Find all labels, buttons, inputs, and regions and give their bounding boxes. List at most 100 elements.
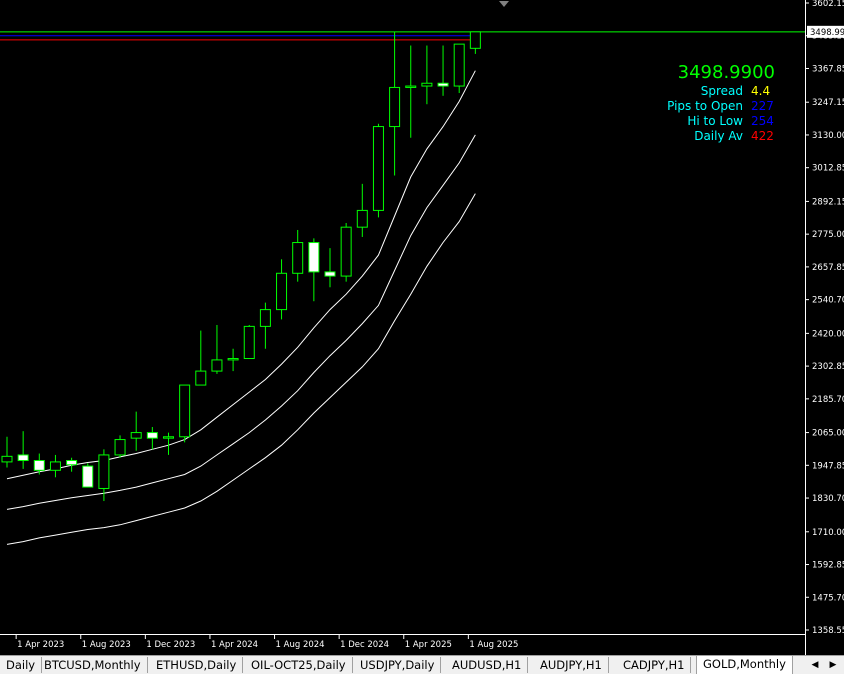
candle xyxy=(227,348,239,372)
candle-body xyxy=(82,465,94,488)
tab-oil-oct25-daily[interactable]: OIL-OCT25,Daily xyxy=(245,657,353,673)
candle xyxy=(469,31,481,54)
time-tick-label: 1 Dec 2024 xyxy=(340,640,389,650)
candle xyxy=(146,426,158,450)
candle xyxy=(340,222,352,282)
info-row-value: 254 xyxy=(751,114,774,128)
price-tick-label: 1358.55 xyxy=(812,626,844,636)
tab-daily[interactable]: Daily xyxy=(0,657,43,673)
price-tick-label: 3602.15 xyxy=(812,0,844,9)
tab-audusd-h1[interactable]: AUDUSD,H1 xyxy=(446,657,529,673)
envelope-upper xyxy=(6,70,476,480)
info-row: Spread 4.4 xyxy=(667,84,775,99)
current-price-label: 3498.99 xyxy=(810,28,844,38)
price-tick-label: 1830.70 xyxy=(812,494,844,504)
candle xyxy=(82,463,94,488)
tab-ethusd-daily[interactable]: ETHUSD,Daily xyxy=(150,657,244,673)
candle-body xyxy=(276,272,288,311)
candle-body xyxy=(469,31,481,49)
candle-body xyxy=(259,309,271,327)
candle-body xyxy=(49,461,61,471)
candle xyxy=(308,238,320,302)
price-tick-label: 3247.15 xyxy=(812,98,844,108)
price-tick-label: 1947.85 xyxy=(812,461,844,471)
chart-shift-marker-icon[interactable] xyxy=(499,1,509,7)
candle-body xyxy=(17,454,29,462)
candle-body xyxy=(243,325,255,360)
candle-body xyxy=(179,384,191,438)
candle-body xyxy=(1,455,13,463)
info-row-label: Spread xyxy=(700,84,743,98)
candle xyxy=(243,324,255,360)
time-tick-label: 1 Aug 2023 xyxy=(82,640,131,650)
candle xyxy=(421,45,433,105)
info-row-value: 227 xyxy=(751,99,774,113)
tab-btcusd-monthly[interactable]: BTCUSD,Monthly xyxy=(38,657,148,673)
candle-body xyxy=(66,460,78,466)
tab-usdjpy-daily[interactable]: USDJPY,Daily xyxy=(354,657,442,673)
tab-cadjpy-h1[interactable]: CADJPY,H1 xyxy=(617,657,692,673)
envelope-lower xyxy=(6,193,476,545)
price-tick-label: 1475.70 xyxy=(812,593,844,603)
candle-body xyxy=(405,85,417,88)
candle xyxy=(130,411,142,451)
price-tick-label: 2185.70 xyxy=(812,395,844,405)
price-tick-label: 2775.00 xyxy=(812,230,844,240)
candle xyxy=(292,229,304,282)
time-tick-label: 1 Dec 2023 xyxy=(146,640,195,650)
price-tick-label: 2302.85 xyxy=(812,362,844,372)
price-tick-label: 2065.00 xyxy=(812,429,844,439)
info-price: 3498.9900 xyxy=(677,62,775,83)
candle xyxy=(389,31,401,176)
candle-body xyxy=(33,460,45,471)
candle xyxy=(453,43,465,94)
candle-body xyxy=(421,82,433,87)
candle-body xyxy=(195,370,207,386)
candle xyxy=(405,45,417,138)
price-tick-label: 2420.00 xyxy=(812,329,844,339)
candle-body xyxy=(372,126,384,211)
info-row-value: 422 xyxy=(751,129,774,143)
candle-body xyxy=(98,454,110,489)
candle-body xyxy=(453,43,465,87)
time-axis[interactable]: 1 Apr 2023 1 Aug 2023 1 Dec 2023 1 Apr 2024… xyxy=(0,634,805,656)
candle xyxy=(356,183,368,237)
candle-body xyxy=(163,436,174,439)
time-tick-label: 1 Apr 2023 xyxy=(17,640,64,650)
time-tick-label: 1 Aug 2024 xyxy=(276,640,325,650)
candle xyxy=(66,457,78,472)
price-tick-label: 3367.85 xyxy=(812,64,844,74)
time-tick-label: 1 Apr 2024 xyxy=(211,640,258,650)
info-row: Hi to Low 254 xyxy=(667,114,775,129)
tab-gold-monthly[interactable]: GOLD,Monthly xyxy=(696,656,793,674)
candle-body xyxy=(146,432,158,439)
tabs-scroll-right-icon[interactable]: ▶ xyxy=(824,657,842,673)
price-tick-label: 1592.85 xyxy=(812,561,844,571)
candle xyxy=(372,123,384,218)
price-axis[interactable]: 3602.153485.103367.853247.153130.003012.… xyxy=(805,0,844,655)
candle-body xyxy=(340,226,352,277)
candle-body xyxy=(292,242,304,274)
candle-body xyxy=(211,359,223,372)
candle-body xyxy=(389,86,401,128)
tab-audjpy-h1[interactable]: AUDJPY,H1 xyxy=(534,657,609,673)
tabs-scroll-left-icon[interactable]: ◀ xyxy=(806,657,824,673)
candle xyxy=(17,431,29,469)
info-row-value: 4.4 xyxy=(751,84,771,98)
candle-body xyxy=(324,271,336,277)
price-tick-label: 2540.70 xyxy=(812,296,844,306)
info-row: Daily Av 422 xyxy=(667,129,775,144)
candle xyxy=(211,324,223,374)
time-tick-label: 1 Apr 2025 xyxy=(405,640,452,650)
candle xyxy=(276,259,288,320)
candle xyxy=(114,435,126,458)
candle-body xyxy=(308,242,320,273)
candle xyxy=(195,330,207,386)
price-tick-label: 3130.00 xyxy=(812,131,844,141)
chart-area[interactable]: 3498.9900 Spread 4.4 Pips to Open 227 Hi to … xyxy=(0,0,805,634)
info-rows: Spread 4.4 Pips to Open 227 Hi to Low 254 Dail… xyxy=(667,84,775,144)
price-tick-label: 2892.15 xyxy=(812,197,844,207)
chart-tab-bar: Daily BTCUSD,Monthly ETHUSD,Daily OIL-OC… xyxy=(0,655,844,674)
candle-body xyxy=(437,82,449,87)
symbol-info-panel: 3498.9900 Spread 4.4 Pips to Open 227 Hi to … xyxy=(667,62,775,144)
